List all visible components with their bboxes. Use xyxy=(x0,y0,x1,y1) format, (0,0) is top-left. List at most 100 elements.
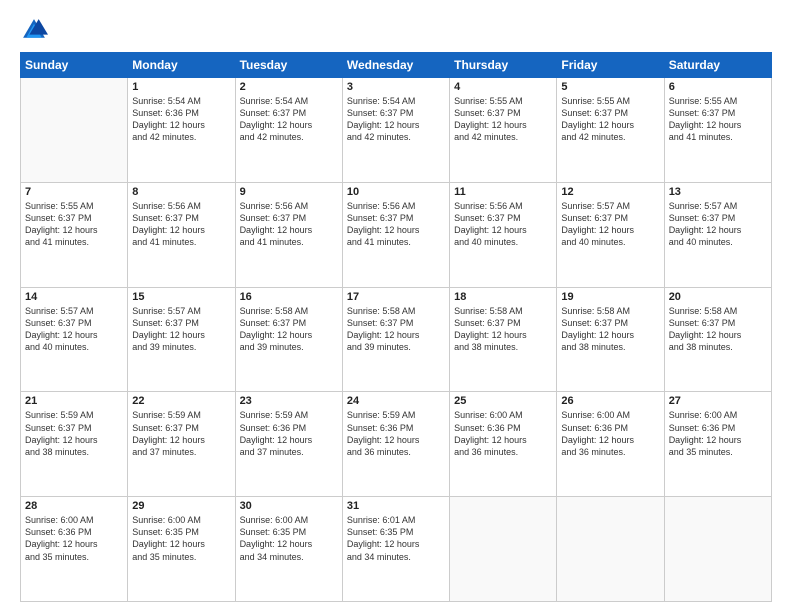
logo-icon xyxy=(20,16,48,44)
day-cell: 30 Sunrise: 6:00 AMSunset: 6:35 PMDayligh… xyxy=(235,497,342,602)
header xyxy=(20,16,772,44)
day-info: Sunrise: 5:59 AMSunset: 6:36 PMDaylight:… xyxy=(347,409,445,458)
day-cell: 14 Sunrise: 5:57 AMSunset: 6:37 PMDayligh… xyxy=(21,287,128,392)
day-number: 29 xyxy=(132,500,230,512)
day-info: Sunrise: 5:56 AMSunset: 6:37 PMDaylight:… xyxy=(240,200,338,249)
day-number: 7 xyxy=(25,186,123,198)
day-cell xyxy=(557,497,664,602)
day-cell: 24 Sunrise: 5:59 AMSunset: 6:36 PMDayligh… xyxy=(342,392,449,497)
col-header-thursday: Thursday xyxy=(450,53,557,78)
day-cell: 28 Sunrise: 6:00 AMSunset: 6:36 PMDayligh… xyxy=(21,497,128,602)
day-number: 18 xyxy=(454,291,552,303)
day-cell: 1 Sunrise: 5:54 AMSunset: 6:36 PMDaylight… xyxy=(128,78,235,183)
day-number: 20 xyxy=(669,291,767,303)
day-info: Sunrise: 5:59 AMSunset: 6:36 PMDaylight:… xyxy=(240,409,338,458)
day-cell: 19Sunrise: 5:58 AMSunset: 6:37 PMDayligh… xyxy=(557,287,664,392)
day-number: 4 xyxy=(454,81,552,93)
day-cell: 8 Sunrise: 5:56 AMSunset: 6:37 PMDaylight… xyxy=(128,182,235,287)
day-number: 11 xyxy=(454,186,552,198)
day-number: 23 xyxy=(240,395,338,407)
day-cell: 31 Sunrise: 6:01 AMSunset: 6:35 PMDayligh… xyxy=(342,497,449,602)
day-info: Sunrise: 5:57 AMSunset: 6:37 PMDaylight:… xyxy=(669,200,767,249)
day-number: 24 xyxy=(347,395,445,407)
col-header-monday: Monday xyxy=(128,53,235,78)
day-cell: 22 Sunrise: 5:59 AMSunset: 6:37 PMDayligh… xyxy=(128,392,235,497)
day-info: Sunrise: 5:57 AMSunset: 6:37 PMDaylight:… xyxy=(561,200,659,249)
day-info: Sunrise: 5:55 AMSunset: 6:37 PMDaylight:… xyxy=(669,95,767,144)
day-number: 21 xyxy=(25,395,123,407)
page: SundayMondayTuesdayWednesdayThursdayFrid… xyxy=(0,0,792,612)
col-header-friday: Friday xyxy=(557,53,664,78)
day-cell: 15 Sunrise: 5:57 AMSunset: 6:37 PMDayligh… xyxy=(128,287,235,392)
day-number: 13 xyxy=(669,186,767,198)
col-header-tuesday: Tuesday xyxy=(235,53,342,78)
week-row-3: 14 Sunrise: 5:57 AMSunset: 6:37 PMDayligh… xyxy=(21,287,772,392)
day-number: 6 xyxy=(669,81,767,93)
day-number: 28 xyxy=(25,500,123,512)
day-info: Sunrise: 6:00 AMSunset: 6:35 PMDaylight:… xyxy=(240,514,338,563)
day-info: Sunrise: 6:00 AMSunset: 6:36 PMDaylight:… xyxy=(454,409,552,458)
day-cell: 29 Sunrise: 6:00 AMSunset: 6:35 PMDayligh… xyxy=(128,497,235,602)
day-info: Sunrise: 5:58 AMSunset: 6:37 PMDaylight:… xyxy=(669,305,767,354)
day-info: Sunrise: 5:56 AMSunset: 6:37 PMDaylight:… xyxy=(347,200,445,249)
day-cell: 18 Sunrise: 5:58 AMSunset: 6:37 PMDayligh… xyxy=(450,287,557,392)
day-number: 30 xyxy=(240,500,338,512)
day-number: 8 xyxy=(132,186,230,198)
day-number: 19 xyxy=(561,291,659,303)
day-info: Sunrise: 5:58 AMSunset: 6:37 PMDaylight:… xyxy=(454,305,552,354)
day-number: 22 xyxy=(132,395,230,407)
col-header-sunday: Sunday xyxy=(21,53,128,78)
day-info: Sunrise: 5:58 AMSunset: 6:37 PMDaylight:… xyxy=(240,305,338,354)
calendar-table: SundayMondayTuesdayWednesdayThursdayFrid… xyxy=(20,52,772,602)
day-number: 17 xyxy=(347,291,445,303)
week-row-2: 7 Sunrise: 5:55 AMSunset: 6:37 PMDaylight… xyxy=(21,182,772,287)
week-row-1: 1 Sunrise: 5:54 AMSunset: 6:36 PMDaylight… xyxy=(21,78,772,183)
day-info: Sunrise: 5:58 AMSunset: 6:37 PMDaylight:… xyxy=(347,305,445,354)
day-number: 3 xyxy=(347,81,445,93)
day-cell: 20 Sunrise: 5:58 AMSunset: 6:37 PMDayligh… xyxy=(664,287,771,392)
day-number: 2 xyxy=(240,81,338,93)
day-cell: 26Sunrise: 6:00 AMSunset: 6:36 PMDayligh… xyxy=(557,392,664,497)
day-info: Sunrise: 5:55 AMSunset: 6:37 PMDaylight:… xyxy=(454,95,552,144)
day-cell: 17 Sunrise: 5:58 AMSunset: 6:37 PMDayligh… xyxy=(342,287,449,392)
week-row-5: 28 Sunrise: 6:00 AMSunset: 6:36 PMDayligh… xyxy=(21,497,772,602)
day-cell xyxy=(450,497,557,602)
day-number: 10 xyxy=(347,186,445,198)
day-info: Sunrise: 5:55 AMSunset: 6:37 PMDaylight:… xyxy=(561,95,659,144)
day-cell: 9Sunrise: 5:56 AMSunset: 6:37 PMDaylight… xyxy=(235,182,342,287)
day-number: 1 xyxy=(132,81,230,93)
day-info: Sunrise: 6:00 AMSunset: 6:36 PMDaylight:… xyxy=(25,514,123,563)
day-info: Sunrise: 5:59 AMSunset: 6:37 PMDaylight:… xyxy=(132,409,230,458)
day-info: Sunrise: 6:01 AMSunset: 6:35 PMDaylight:… xyxy=(347,514,445,563)
day-cell: 12Sunrise: 5:57 AMSunset: 6:37 PMDayligh… xyxy=(557,182,664,287)
day-number: 31 xyxy=(347,500,445,512)
logo xyxy=(20,16,52,44)
day-number: 25 xyxy=(454,395,552,407)
col-header-wednesday: Wednesday xyxy=(342,53,449,78)
day-info: Sunrise: 5:57 AMSunset: 6:37 PMDaylight:… xyxy=(132,305,230,354)
day-number: 14 xyxy=(25,291,123,303)
day-cell: 21 Sunrise: 5:59 AMSunset: 6:37 PMDayligh… xyxy=(21,392,128,497)
day-cell: 10 Sunrise: 5:56 AMSunset: 6:37 PMDayligh… xyxy=(342,182,449,287)
day-info: Sunrise: 6:00 AMSunset: 6:36 PMDaylight:… xyxy=(669,409,767,458)
day-cell: 25 Sunrise: 6:00 AMSunset: 6:36 PMDayligh… xyxy=(450,392,557,497)
day-info: Sunrise: 6:00 AMSunset: 6:35 PMDaylight:… xyxy=(132,514,230,563)
day-cell: 3Sunrise: 5:54 AMSunset: 6:37 PMDaylight… xyxy=(342,78,449,183)
day-number: 15 xyxy=(132,291,230,303)
day-cell: 13 Sunrise: 5:57 AMSunset: 6:37 PMDayligh… xyxy=(664,182,771,287)
day-info: Sunrise: 5:56 AMSunset: 6:37 PMDaylight:… xyxy=(454,200,552,249)
day-cell: 16 Sunrise: 5:58 AMSunset: 6:37 PMDayligh… xyxy=(235,287,342,392)
day-cell: 11 Sunrise: 5:56 AMSunset: 6:37 PMDayligh… xyxy=(450,182,557,287)
day-info: Sunrise: 5:56 AMSunset: 6:37 PMDaylight:… xyxy=(132,200,230,249)
day-info: Sunrise: 5:54 AMSunset: 6:37 PMDaylight:… xyxy=(240,95,338,144)
day-cell: 4 Sunrise: 5:55 AMSunset: 6:37 PMDaylight… xyxy=(450,78,557,183)
day-number: 26 xyxy=(561,395,659,407)
day-cell: 27Sunrise: 6:00 AMSunset: 6:36 PMDayligh… xyxy=(664,392,771,497)
day-info: Sunrise: 5:59 AMSunset: 6:37 PMDaylight:… xyxy=(25,409,123,458)
day-info: Sunrise: 5:57 AMSunset: 6:37 PMDaylight:… xyxy=(25,305,123,354)
day-info: Sunrise: 5:55 AMSunset: 6:37 PMDaylight:… xyxy=(25,200,123,249)
week-row-4: 21 Sunrise: 5:59 AMSunset: 6:37 PMDayligh… xyxy=(21,392,772,497)
day-info: Sunrise: 5:54 AMSunset: 6:36 PMDaylight:… xyxy=(132,95,230,144)
day-cell xyxy=(21,78,128,183)
day-number: 16 xyxy=(240,291,338,303)
